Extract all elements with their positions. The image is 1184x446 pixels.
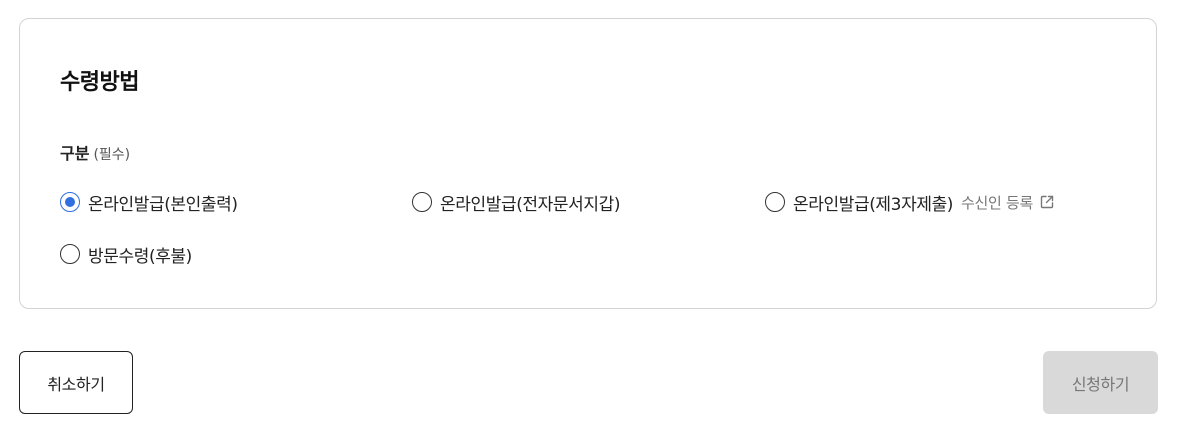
radio-option-visit-pickup[interactable]: 방문수령(후불): [60, 241, 192, 267]
recipient-register-link[interactable]: 수신인 등록: [961, 192, 1056, 213]
radio-button[interactable]: [412, 192, 432, 212]
radio-option-label: 온라인발급(전자문서지갑): [440, 194, 621, 215]
radio-option-label: 온라인발급(제3자제출): [793, 194, 954, 215]
field-label: 구분 (필수): [60, 140, 130, 164]
radio-option-label: 온라인발급(본인출력): [88, 194, 238, 215]
radio-option-label: 방문수령(후불): [88, 246, 192, 267]
radio-option-e-wallet[interactable]: 온라인발급(전자문서지갑): [412, 189, 621, 215]
radio-option-third-party[interactable]: 온라인발급(제3자제출) 수신인 등록: [765, 189, 1056, 215]
radio-button[interactable]: [765, 192, 785, 212]
external-link-icon: [1038, 193, 1056, 211]
receipt-method-card: 수령방법 구분 (필수) 온라인발급(본인출력) 온라인발급(전자문서지갑) 온라…: [19, 18, 1157, 309]
radio-option-self-print[interactable]: 온라인발급(본인출력): [60, 189, 238, 215]
recipient-register-label: 수신인 등록: [961, 193, 1034, 212]
radio-button[interactable]: [60, 244, 80, 264]
section-title: 수령방법: [60, 70, 139, 95]
radio-button-checked[interactable]: [60, 192, 80, 212]
cancel-button[interactable]: 취소하기: [19, 351, 133, 414]
submit-button[interactable]: 신청하기: [1043, 351, 1158, 414]
required-indicator: (필수): [93, 147, 131, 163]
field-label-text: 구분: [60, 144, 90, 163]
